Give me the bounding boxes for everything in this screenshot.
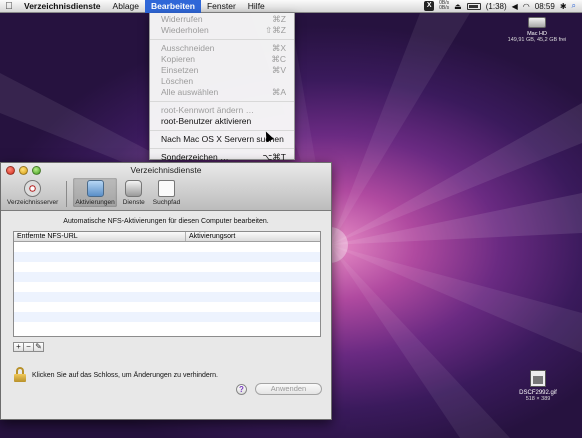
directory-utility-window: Verzeichnisdienste Verzeichnisserver Akt… — [0, 162, 332, 420]
bluetooth-icon[interactable]: ✱ — [560, 2, 567, 11]
battery-icon[interactable] — [466, 2, 481, 10]
spotlight-icon[interactable]: ⌕ — [572, 1, 576, 11]
window-titlebar[interactable]: Verzeichnisdienste Verzeichnisserver Akt… — [1, 163, 331, 211]
table-actions: + − ✎ — [13, 342, 44, 352]
menu-item-paste[interactable]: Einsetzen ⌘V — [150, 65, 294, 76]
table-row[interactable] — [14, 312, 320, 322]
desktop-hd-icon[interactable]: Mac HD 149,91 GB, 45,2 GB frei — [507, 17, 567, 43]
menu-item-redo[interactable]: Wiederholen ⇧⌘Z — [150, 25, 294, 36]
table-row[interactable] — [14, 242, 320, 252]
toolbar-separator — [66, 181, 68, 207]
menu-fenster[interactable]: Fenster — [201, 0, 242, 13]
hard-drive-icon — [528, 17, 546, 28]
menu-item-cut[interactable]: Ausschneiden ⌘X — [150, 43, 294, 54]
x11-icon[interactable]: X — [424, 1, 435, 11]
menu-item-undo[interactable]: Widerrufen ⌘Z — [150, 14, 294, 25]
lock-icon[interactable] — [14, 367, 26, 382]
edit-button[interactable]: ✎ — [33, 342, 44, 352]
menu-ablage[interactable]: Ablage — [107, 0, 145, 13]
apple-menu-icon[interactable]:  — [0, 1, 18, 12]
table-row[interactable] — [14, 322, 320, 332]
services-icon — [125, 180, 143, 197]
menu-bar:  Verzeichnisdienste Ablage Bearbeiten F… — [0, 0, 582, 13]
menu-item-copy[interactable]: Kopieren ⌘C — [150, 54, 294, 65]
image-file-icon — [530, 370, 546, 387]
network-rates: 0B/s 0B/s — [439, 0, 450, 11]
table-row[interactable] — [14, 282, 320, 292]
hd-info: 149,91 GB, 45,2 GB frei — [507, 37, 567, 43]
window-content: Automatische NFS-Aktivierungen für diese… — [1, 211, 331, 419]
menu-separator — [150, 148, 294, 149]
menu-bearbeiten[interactable]: Bearbeiten — [145, 0, 201, 13]
menu-item-change-root-password[interactable]: root-Kennwort ändern … — [150, 105, 294, 116]
window-toolbar: Verzeichnisserver Aktivierungen Dienste … — [5, 178, 182, 207]
window-title: Verzeichnisdienste — [130, 165, 202, 175]
menu-item-select-all[interactable]: Alle auswählen ⌘A — [150, 87, 294, 98]
eject-icon[interactable]: ⏏ — [454, 2, 462, 11]
battery-time[interactable]: (1:38) — [486, 2, 507, 11]
help-button[interactable]: ? — [236, 384, 247, 395]
column-header-remote-url[interactable]: Entfernte NFS-URL — [14, 232, 186, 241]
toolbar-services[interactable]: Dienste — [121, 178, 147, 207]
toolbar-search-path[interactable]: Suchpfad — [151, 178, 182, 207]
toolbar-activations[interactable]: Aktivierungen — [73, 178, 117, 207]
apply-button[interactable]: Anwenden — [255, 383, 322, 395]
desktop-file-icon[interactable]: DSCF2992.gif 518 × 389 — [510, 370, 566, 402]
menu-extras: X 0B/s 0B/s ⏏ (1:38) ◀ ◠ 08:59 ✱ ⌕ — [424, 1, 582, 11]
table-row[interactable] — [14, 292, 320, 302]
menu-item-enable-root[interactable]: root-Benutzer aktivieren — [150, 116, 294, 127]
menu-item-delete[interactable]: Löschen — [150, 76, 294, 87]
volume-icon[interactable]: ◀ — [512, 2, 518, 11]
menu-separator — [150, 39, 294, 40]
directory-server-icon — [24, 180, 42, 197]
wifi-icon[interactable]: ◠ — [523, 2, 530, 11]
activations-description: Automatische NFS-Aktivierungen für diese… — [63, 218, 269, 225]
table-row[interactable] — [14, 272, 320, 282]
activations-icon — [86, 180, 104, 197]
table-row[interactable] — [14, 262, 320, 272]
table-row[interactable] — [14, 252, 320, 262]
toolbar-directory-servers[interactable]: Verzeichnisserver — [5, 178, 60, 207]
menu-app-name[interactable]: Verzeichnisdienste — [18, 0, 107, 13]
lock-text: Klicken Sie auf das Schloss, um Änderung… — [32, 372, 218, 379]
column-header-mount-location[interactable]: Aktivierungsort — [186, 232, 235, 241]
menu-separator — [150, 101, 294, 102]
clock[interactable]: 08:59 — [535, 2, 555, 11]
search-path-icon — [157, 180, 175, 197]
table-row[interactable] — [14, 302, 320, 312]
menu-hilfe[interactable]: Hilfe — [242, 0, 271, 13]
menu-separator — [150, 130, 294, 131]
table-header: Entfernte NFS-URL Aktivierungsort — [14, 232, 320, 242]
nfs-mounts-table[interactable]: Entfernte NFS-URL Aktivierungsort — [13, 231, 321, 337]
file-info: 518 × 389 — [525, 396, 551, 402]
